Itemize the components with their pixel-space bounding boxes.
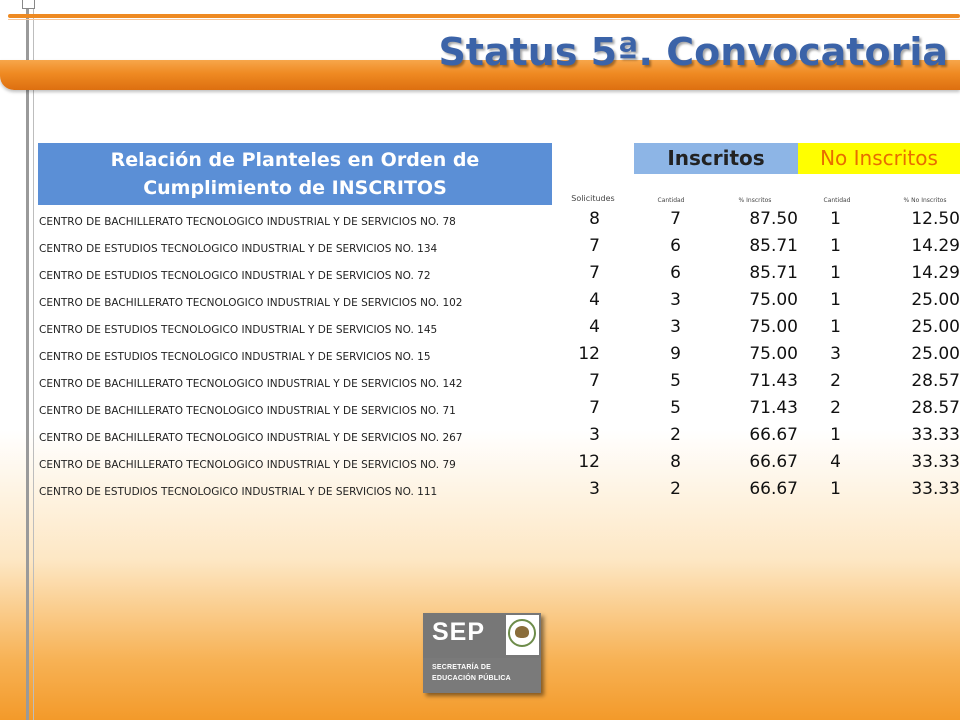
inscritos-pct-cell: 66.67 xyxy=(749,452,798,472)
no-inscritos-count-cell: 1 xyxy=(830,209,841,229)
school-name: CENTRO DE BACHILLERATO TECNOLOGICO INDUS… xyxy=(39,459,456,471)
no-inscritos-header: No Inscritos xyxy=(798,143,960,174)
inscritos-pct-cell: 75.00 xyxy=(749,290,798,310)
col-header-pct-inscritos: % Inscritos xyxy=(738,197,772,204)
solicitudes-cell: 4 xyxy=(589,290,600,310)
solicitudes-cell: 3 xyxy=(589,425,600,445)
school-name: CENTRO DE BACHILLERATO TECNOLOGICO INDUS… xyxy=(39,432,463,444)
inscritos-count-cell: 5 xyxy=(670,371,681,391)
sep-logo-line1: SECRETARÍA DE xyxy=(432,664,491,671)
school-name: CENTRO DE ESTUDIOS TECNOLOGICO INDUSTRIA… xyxy=(39,486,438,498)
inscritos-pct-cell: 87.50 xyxy=(749,209,798,229)
inscritos-header: Inscritos xyxy=(634,143,798,174)
school-name: CENTRO DE BACHILLERATO TECNOLOGICO INDUS… xyxy=(39,405,456,417)
no-inscritos-pct-cell: 28.57 xyxy=(911,398,960,418)
inscritos-count-cell: 2 xyxy=(670,425,681,445)
inscritos-pct-cell: 85.71 xyxy=(749,263,798,283)
sep-acronym: SEP xyxy=(432,618,486,646)
solicitudes-cell: 4 xyxy=(589,317,600,337)
mexico-seal-icon xyxy=(506,615,539,655)
inscritos-count-cell: 6 xyxy=(670,236,681,256)
inscritos-count-cell: 3 xyxy=(670,317,681,337)
table-row: CENTRO DE BACHILLERATO TECNOLOGICO INDUS… xyxy=(0,289,960,316)
solicitudes-cell: 7 xyxy=(589,236,600,256)
no-inscritos-count-cell: 2 xyxy=(830,371,841,391)
inscritos-count-cell: 5 xyxy=(670,398,681,418)
no-inscritos-count-cell: 1 xyxy=(830,290,841,310)
sep-logo-line2: EDUCACIÓN PÚBLICA xyxy=(432,675,511,682)
inscritos-pct-cell: 66.67 xyxy=(749,425,798,445)
solicitudes-cell: 8 xyxy=(589,209,600,229)
solicitudes-cell: 12 xyxy=(578,452,600,472)
inscritos-pct-cell: 66.67 xyxy=(749,479,798,499)
no-inscritos-pct-cell: 25.00 xyxy=(911,317,960,337)
school-name: CENTRO DE ESTUDIOS TECNOLOGICO INDUSTRIA… xyxy=(39,270,431,282)
inscritos-pct-cell: 75.00 xyxy=(749,317,798,337)
table-row: CENTRO DE BACHILLERATO TECNOLOGICO INDUS… xyxy=(0,208,960,235)
no-inscritos-pct-cell: 33.33 xyxy=(911,425,960,445)
inscritos-count-cell: 3 xyxy=(670,290,681,310)
solicitudes-cell: 12 xyxy=(578,344,600,364)
inscritos-count-cell: 6 xyxy=(670,263,681,283)
inscritos-count-cell: 2 xyxy=(670,479,681,499)
left-rule-cap xyxy=(22,0,35,9)
solicitudes-cell: 7 xyxy=(589,263,600,283)
no-inscritos-pct-cell: 33.33 xyxy=(911,452,960,472)
col-header-cantidad-no-inscritos: Cantidad xyxy=(823,197,851,204)
inscritos-pct-cell: 75.00 xyxy=(749,344,798,364)
table-heading-line1: Relación de Planteles en Orden de xyxy=(110,149,480,171)
table-row: CENTRO DE BACHILLERATO TECNOLOGICO INDUS… xyxy=(0,397,960,424)
school-name: CENTRO DE ESTUDIOS TECNOLOGICO INDUSTRIA… xyxy=(39,324,438,336)
no-inscritos-count-cell: 3 xyxy=(830,344,841,364)
col-header-cantidad-inscritos: Cantidad xyxy=(657,197,685,204)
no-inscritos-count-cell: 1 xyxy=(830,425,841,445)
table-row: CENTRO DE BACHILLERATO TECNOLOGICO INDUS… xyxy=(0,451,960,478)
inscritos-count-cell: 8 xyxy=(670,452,681,472)
table-row: CENTRO DE BACHILLERATO TECNOLOGICO INDUS… xyxy=(0,370,960,397)
table-row: CENTRO DE ESTUDIOS TECNOLOGICO INDUSTRIA… xyxy=(0,343,960,370)
table-row: CENTRO DE ESTUDIOS TECNOLOGICO INDUSTRIA… xyxy=(0,235,960,262)
school-name: CENTRO DE BACHILLERATO TECNOLOGICO INDUS… xyxy=(39,216,456,228)
no-inscritos-count-cell: 1 xyxy=(830,263,841,283)
school-name: CENTRO DE BACHILLERATO TECNOLOGICO INDUS… xyxy=(39,378,463,390)
solicitudes-cell: 7 xyxy=(589,371,600,391)
inscritos-pct-cell: 71.43 xyxy=(749,398,798,418)
table-heading: Relación de Planteles en Orden de Cumpli… xyxy=(38,143,552,205)
no-inscritos-pct-cell: 25.00 xyxy=(911,290,960,310)
no-inscritos-count-cell: 1 xyxy=(830,479,841,499)
no-inscritos-count-cell: 4 xyxy=(830,452,841,472)
inscritos-pct-cell: 71.43 xyxy=(749,371,798,391)
table-row: CENTRO DE ESTUDIOS TECNOLOGICO INDUSTRIA… xyxy=(0,316,960,343)
inscritos-count-cell: 9 xyxy=(670,344,681,364)
school-name: CENTRO DE ESTUDIOS TECNOLOGICO INDUSTRIA… xyxy=(39,243,438,255)
no-inscritos-pct-cell: 25.00 xyxy=(911,344,960,364)
school-name: CENTRO DE BACHILLERATO TECNOLOGICO INDUS… xyxy=(39,297,463,309)
inscritos-count-cell: 7 xyxy=(670,209,681,229)
table-row: CENTRO DE ESTUDIOS TECNOLOGICO INDUSTRIA… xyxy=(0,262,960,289)
sep-logo: SEP SECRETARÍA DE EDUCACIÓN PÚBLICA xyxy=(423,613,541,693)
page-title: Status 5ª. Convocatoria xyxy=(438,30,948,74)
no-inscritos-pct-cell: 14.29 xyxy=(911,236,960,256)
inscritos-pct-cell: 85.71 xyxy=(749,236,798,256)
table-heading-line2: Cumplimiento de INSCRITOS xyxy=(143,177,447,199)
no-inscritos-pct-cell: 28.57 xyxy=(911,371,960,391)
no-inscritos-count-cell: 1 xyxy=(830,236,841,256)
school-name: CENTRO DE ESTUDIOS TECNOLOGICO INDUSTRIA… xyxy=(39,351,431,363)
table-row: CENTRO DE BACHILLERATO TECNOLOGICO INDUS… xyxy=(0,424,960,451)
no-inscritos-pct-cell: 14.29 xyxy=(911,263,960,283)
title-band-thin xyxy=(8,14,960,18)
col-header-solicitudes: Solicitudes xyxy=(571,194,615,203)
solicitudes-cell: 7 xyxy=(589,398,600,418)
no-inscritos-pct-cell: 33.33 xyxy=(911,479,960,499)
no-inscritos-count-cell: 2 xyxy=(830,398,841,418)
solicitudes-cell: 3 xyxy=(589,479,600,499)
no-inscritos-pct-cell: 12.50 xyxy=(911,209,960,229)
title-band-highlight xyxy=(8,19,960,20)
col-header-pct-no-inscritos: % No Inscritos xyxy=(903,197,947,204)
table-row: CENTRO DE ESTUDIOS TECNOLOGICO INDUSTRIA… xyxy=(0,478,960,505)
no-inscritos-count-cell: 1 xyxy=(830,317,841,337)
seal-eagle xyxy=(515,626,529,638)
